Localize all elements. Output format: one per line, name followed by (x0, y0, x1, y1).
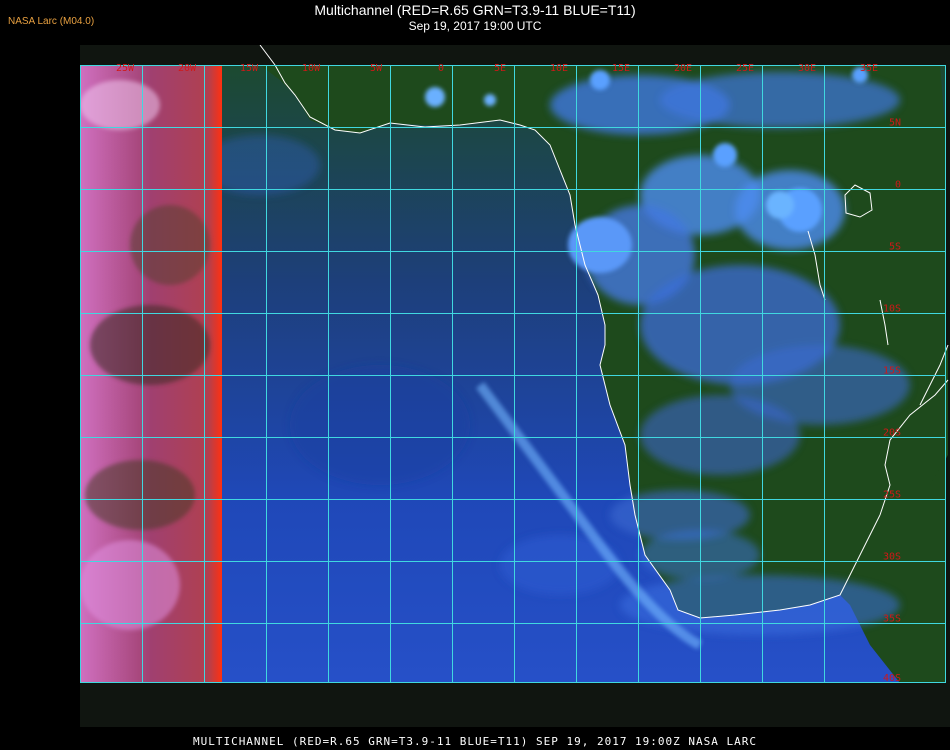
satellite-map: 25W 20W 15W 10W 5W 0 5E 10E 15E 20E 25E 30E 35E 5N 0 5… (80, 45, 950, 727)
longitude-label: 10E (550, 63, 568, 74)
latitude-label: 40S (883, 673, 901, 684)
longitude-label: 10W (302, 63, 321, 74)
longitude-label: 5E (494, 63, 506, 74)
longitude-label: 25W (116, 63, 135, 74)
latitude-label: 5N (889, 118, 901, 129)
latitude-label: 5S (889, 242, 901, 253)
longitude-label: 15W (240, 63, 259, 74)
longitude-label: 5W (370, 63, 383, 74)
latitude-label: 30S (883, 552, 901, 563)
latitude-label: 25S (883, 490, 901, 501)
latitude-label: 20S (883, 428, 901, 439)
longitude-label: 20E (674, 63, 692, 74)
latitude-label: 0 (895, 180, 901, 191)
title-block: Multichannel (RED=R.65 GRN=T3.9-11 BLUE=… (0, 2, 950, 33)
latitude-label: 15S (883, 366, 901, 377)
latitude-label: 35S (883, 614, 901, 625)
image-caption: MULTICHANNEL (RED=R.65 GRN=T3.9-11 BLUE=… (192, 735, 758, 748)
longitude-label: 20W (178, 63, 197, 74)
longitude-label: 30E (798, 63, 816, 74)
longitude-label: 25E (736, 63, 754, 74)
map-bottom-band (80, 683, 950, 727)
longitude-label: 35E (860, 63, 878, 74)
longitude-label: 0 (438, 63, 444, 74)
image-title: Multichannel (RED=R.65 GRN=T3.9-11 BLUE=… (314, 2, 636, 18)
map-canvas: 25W 20W 15W 10W 5W 0 5E 10E 15E 20E 25E 30E 35E 5N 0 5… (80, 45, 950, 727)
latitude-label: 10S (883, 304, 901, 315)
longitude-label: 15E (612, 63, 630, 74)
image-timestamp: Sep 19, 2017 19:00 UTC (408, 19, 542, 33)
